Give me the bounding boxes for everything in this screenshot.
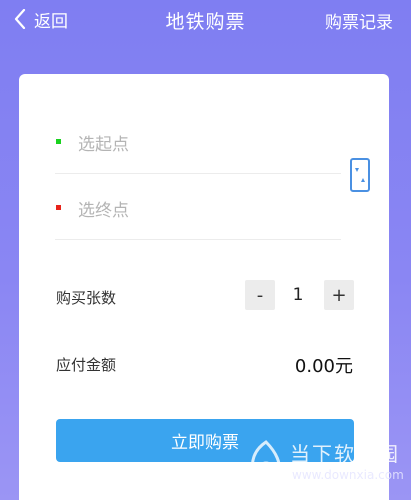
- end-station-selector[interactable]: 选终点: [55, 174, 341, 240]
- quantity-decrease-button[interactable]: -: [245, 280, 275, 310]
- top-nav-bar: 返回 地铁购票 购票记录: [0, 0, 411, 40]
- start-station-selector[interactable]: 选起点: [55, 108, 341, 174]
- amount-label: 应付金额: [56, 356, 117, 374]
- watermark-text: 当下软件园: [290, 442, 400, 466]
- watermark-logo-icon: [251, 440, 281, 483]
- quantity-value: 1: [292, 285, 304, 305]
- watermark: 当下软件园 www.downxia.com: [244, 432, 404, 494]
- quantity-label: 购买张数: [56, 289, 117, 307]
- swap-stations-button[interactable]: [350, 158, 370, 192]
- end-station-placeholder: 选终点: [78, 201, 129, 221]
- start-station-placeholder: 选起点: [78, 135, 129, 155]
- start-dot-icon: [56, 139, 61, 144]
- swap-arrows-icon: [355, 168, 365, 182]
- watermark-url: www.downxia.com: [292, 468, 404, 482]
- amount-value: 0.00元: [294, 356, 353, 377]
- quantity-increase-button[interactable]: +: [324, 280, 354, 310]
- ticket-records-link[interactable]: 购票记录: [325, 8, 393, 33]
- end-dot-icon: [56, 205, 61, 210]
